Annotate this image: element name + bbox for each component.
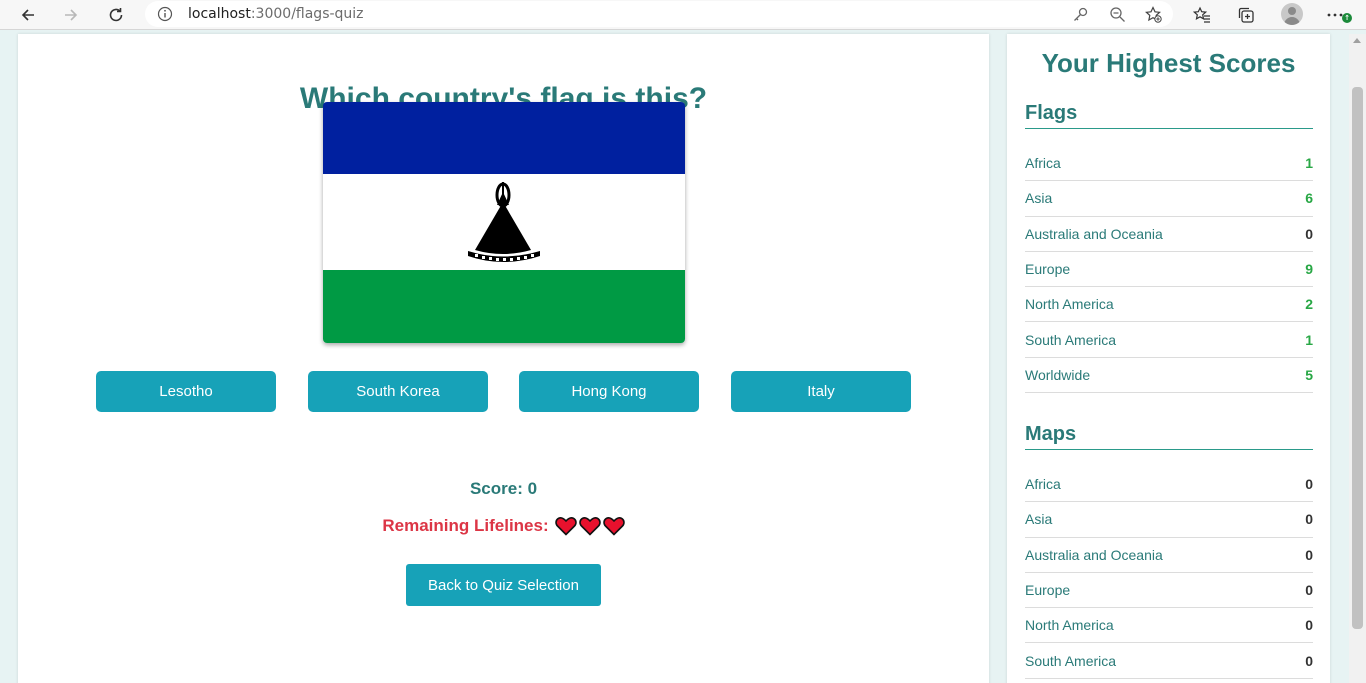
score-row-label: South America: [1025, 652, 1117, 669]
collections-icon[interactable]: [1233, 3, 1259, 27]
score-row-label: Asia: [1025, 190, 1053, 207]
score-row-label: South America: [1025, 331, 1117, 348]
score-row-value: 0: [1305, 652, 1313, 669]
score-row: Europe 9: [1025, 252, 1313, 288]
score-row-value: 0: [1305, 546, 1313, 563]
scroll-thumb[interactable]: [1352, 87, 1363, 629]
profile-avatar[interactable]: [1281, 3, 1303, 25]
forward-arrow-icon[interactable]: [58, 3, 84, 27]
score-row: Africa 0: [1025, 467, 1313, 503]
lifelines-label: Remaining Lifelines:: [382, 516, 549, 535]
answer-options: Lesotho South Korea Hong Kong Italy: [96, 371, 911, 412]
score-row-label: Australia and Oceania: [1025, 225, 1163, 242]
score-row-label: Europe: [1025, 261, 1071, 278]
score-row-value: 0: [1305, 617, 1313, 634]
highest-scores-title: Your Highest Scores: [1041, 48, 1296, 78]
score-row-label: Worldwide: [1025, 366, 1091, 383]
heart-icon: [578, 517, 601, 536]
browser-toolbar: localhost:3000/flags-quiz ↑: [0, 0, 1366, 30]
update-badge-icon: ↑: [1342, 13, 1352, 23]
answer-button-italy[interactable]: Italy: [731, 371, 911, 412]
score-row-value: 1: [1305, 155, 1313, 172]
score-row-label: Africa: [1025, 155, 1061, 172]
score-row-label: Europe: [1025, 582, 1071, 599]
flags-section-title: Flags: [1025, 102, 1313, 129]
page-scrollbar[interactable]: [1349, 34, 1366, 683]
score-row: Asia 6: [1025, 181, 1313, 217]
flag-stripe-blue: [323, 102, 685, 174]
reload-icon[interactable]: [103, 3, 129, 27]
lifeline-hearts: [554, 516, 625, 536]
score-row: Africa 1: [1025, 146, 1313, 182]
score-row: South America 0: [1025, 643, 1313, 679]
score-row-value: 6: [1305, 190, 1313, 207]
address-bar[interactable]: localhost:3000/flags-quiz: [145, 1, 1173, 27]
scroll-up-arrow-icon[interactable]: [1353, 38, 1361, 43]
score-row: Europe 0: [1025, 573, 1313, 609]
heart-icon: [602, 517, 625, 536]
quiz-panel: Which country's flag is this? Lesotho So…: [18, 34, 989, 683]
flag-stripe-green: [323, 270, 685, 343]
score-row-label: Australia and Oceania: [1025, 546, 1163, 563]
score-row-value: 9: [1305, 261, 1313, 278]
score-row: Australia and Oceania 0: [1025, 217, 1313, 252]
score-row: Worldwide 5: [1025, 358, 1313, 394]
key-icon[interactable]: [1072, 6, 1089, 23]
lifelines: Remaining Lifelines:: [18, 516, 989, 536]
answer-button-lesotho[interactable]: Lesotho: [96, 371, 276, 412]
score-row-value: 0: [1305, 476, 1313, 493]
score-row-label: North America: [1025, 617, 1114, 634]
back-to-quiz-selection-button[interactable]: Back to Quiz Selection: [406, 564, 601, 606]
info-icon[interactable]: [157, 6, 173, 22]
zoom-out-icon[interactable]: [1109, 6, 1126, 23]
score-row-label: North America: [1025, 296, 1114, 313]
score-row: North America 0: [1025, 608, 1313, 644]
score-row-value: 1: [1305, 331, 1313, 348]
score-row: Asia 0: [1025, 502, 1313, 538]
highest-scores-panel: Your Highest Scores Flags Africa 1 Asia 6 Au…: [1007, 34, 1330, 683]
score-row-value: 0: [1305, 511, 1313, 528]
score-row: North America 2: [1025, 287, 1313, 323]
score-row: Australia and Oceania 0: [1025, 538, 1313, 573]
star-add-icon[interactable]: [1145, 6, 1162, 23]
score-row-label: Asia: [1025, 511, 1053, 528]
answer-button-hong-kong[interactable]: Hong Kong: [519, 371, 699, 412]
score-row-value: 5: [1305, 366, 1313, 383]
favorites-icon[interactable]: [1189, 3, 1215, 27]
answer-button-south-korea[interactable]: South Korea: [308, 371, 488, 412]
score-row-label: Africa: [1025, 476, 1061, 493]
flags-scores-list: Africa 1 Asia 6 Australia and Oceania 0 Europe…: [1025, 146, 1313, 394]
url-text[interactable]: localhost:3000/flags-quiz: [188, 6, 364, 22]
score-row: South America 1: [1025, 322, 1313, 358]
heart-icon: [554, 517, 577, 536]
basotho-hat-icon: [468, 182, 540, 262]
flag-image: [323, 102, 685, 343]
back-arrow-icon[interactable]: [15, 3, 41, 27]
maps-scores-list: Africa 0 Asia 0 Australia and Oceania 0 Europe…: [1025, 467, 1313, 679]
maps-section-title: Maps: [1025, 423, 1313, 450]
score-row-value: 0: [1305, 582, 1313, 599]
score-text: Score: 0: [469, 479, 538, 498]
score-row-value: 2: [1305, 296, 1313, 313]
score-row-value: 0: [1305, 225, 1313, 242]
